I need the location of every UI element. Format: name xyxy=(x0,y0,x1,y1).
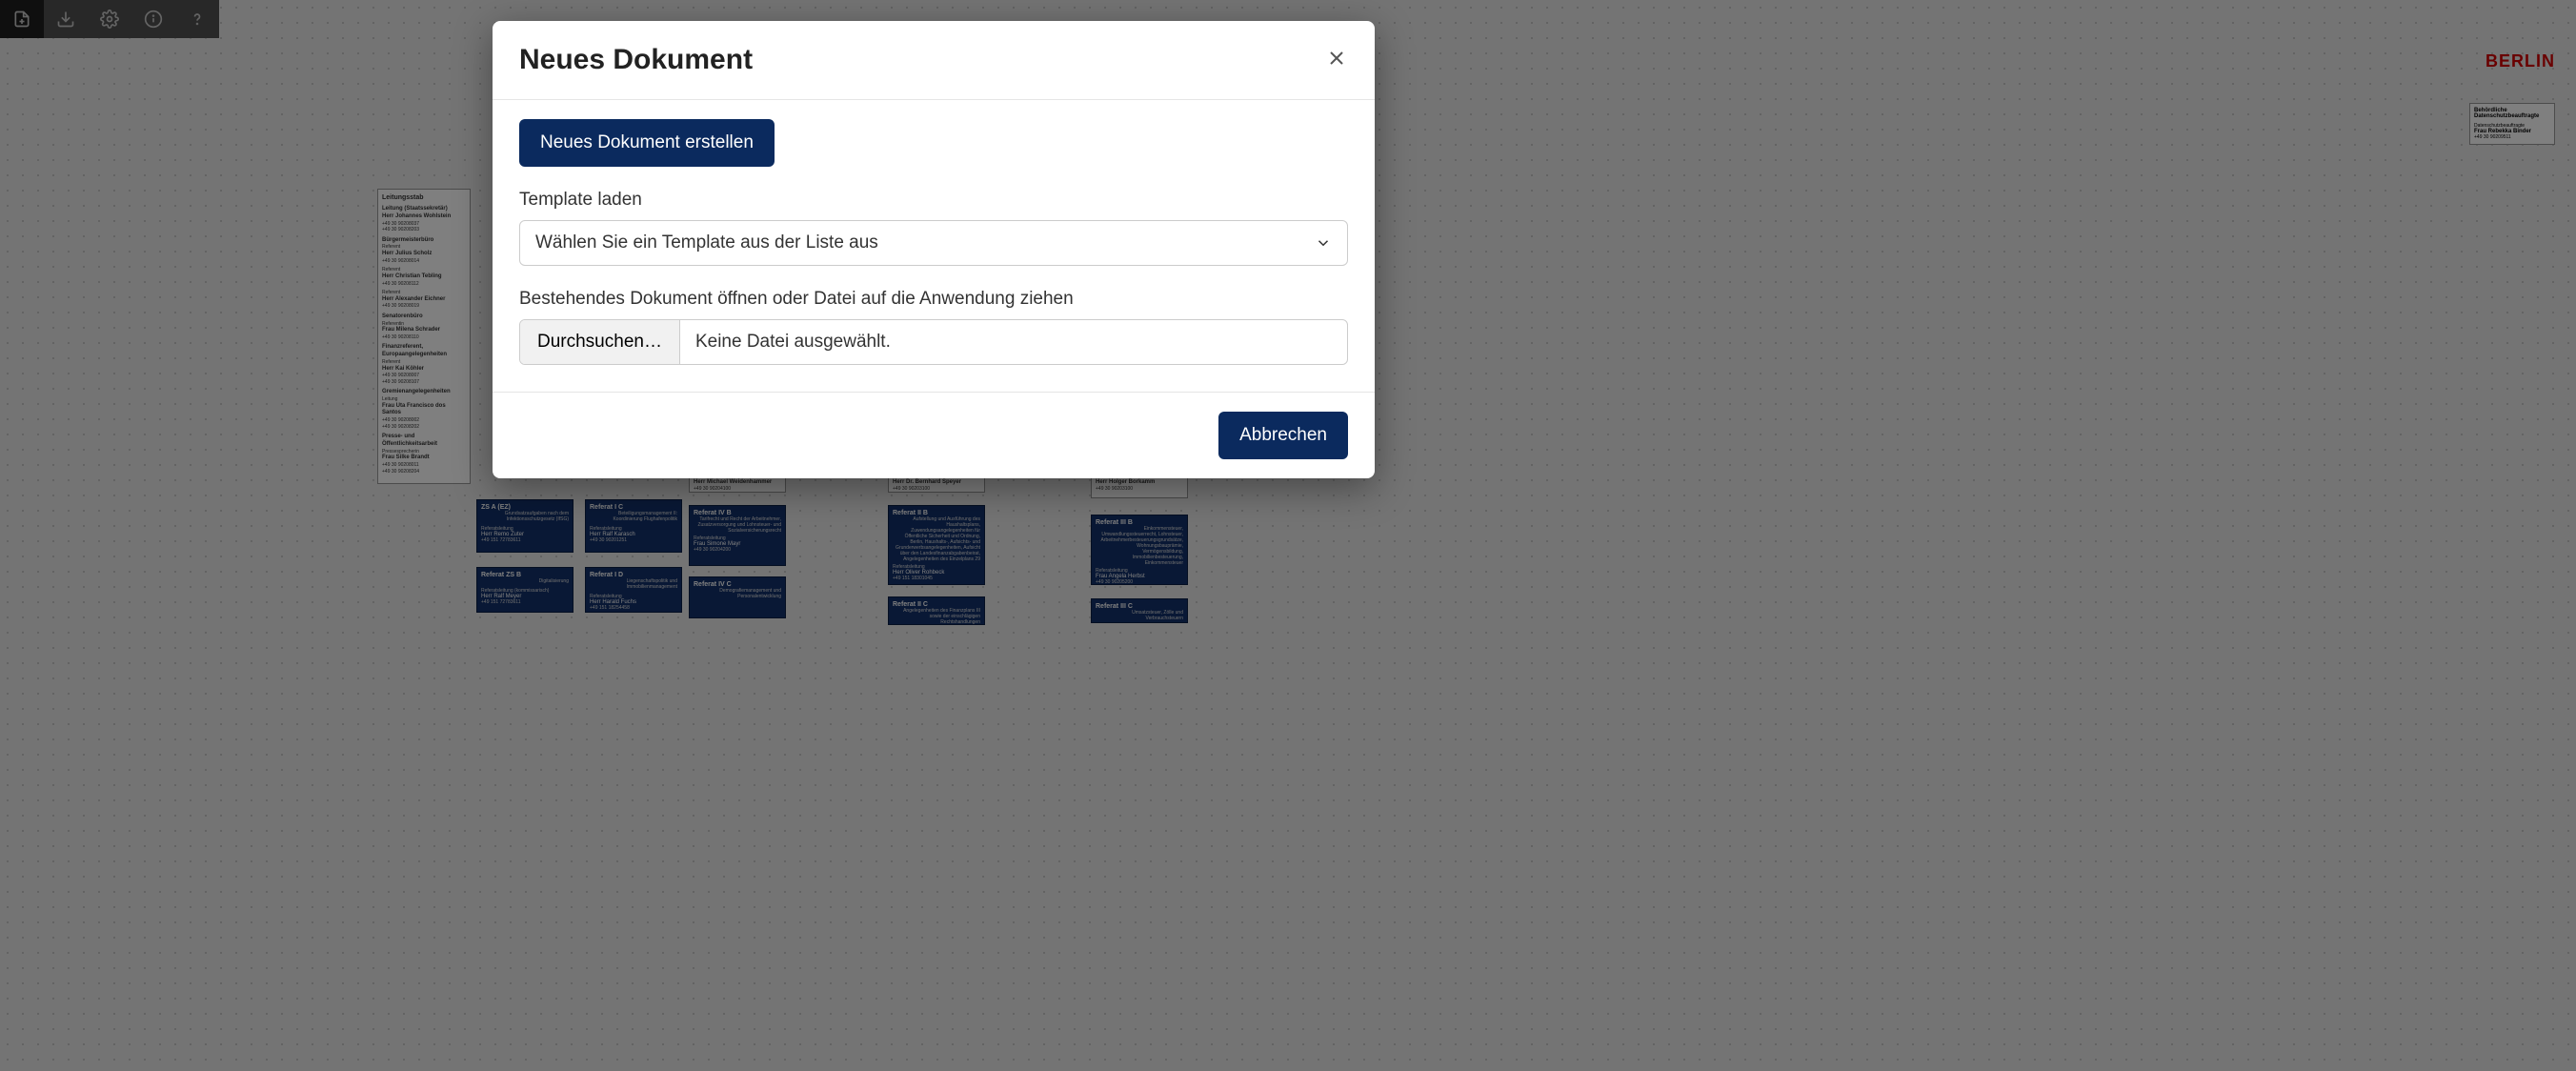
modal-title: Neues Dokument xyxy=(519,44,753,76)
template-select[interactable]: Wählen Sie ein Template aus der Liste au… xyxy=(519,220,1348,266)
modal-footer: Abbrechen xyxy=(493,392,1375,478)
template-select-placeholder: Wählen Sie ein Template aus der Liste au… xyxy=(535,232,878,253)
close-icon xyxy=(1325,47,1348,70)
file-input-row: Durchsuchen… Keine Datei ausgewählt. xyxy=(519,319,1348,365)
chevron-down-icon xyxy=(1315,234,1332,252)
open-section-label: Bestehendes Dokument öffnen oder Datei a… xyxy=(519,289,1348,310)
new-document-modal: Neues Dokument Neues Dokument erstellen … xyxy=(493,21,1375,478)
template-section-label: Template laden xyxy=(519,190,1348,211)
file-status: Keine Datei ausgewählt. xyxy=(680,320,1347,364)
modal-header: Neues Dokument xyxy=(493,21,1375,100)
create-document-button[interactable]: Neues Dokument erstellen xyxy=(519,119,775,167)
cancel-button[interactable]: Abbrechen xyxy=(1218,412,1348,459)
modal-body: Neues Dokument erstellen Template laden … xyxy=(493,100,1375,392)
browse-button[interactable]: Durchsuchen… xyxy=(520,320,680,364)
close-button[interactable] xyxy=(1325,47,1348,74)
